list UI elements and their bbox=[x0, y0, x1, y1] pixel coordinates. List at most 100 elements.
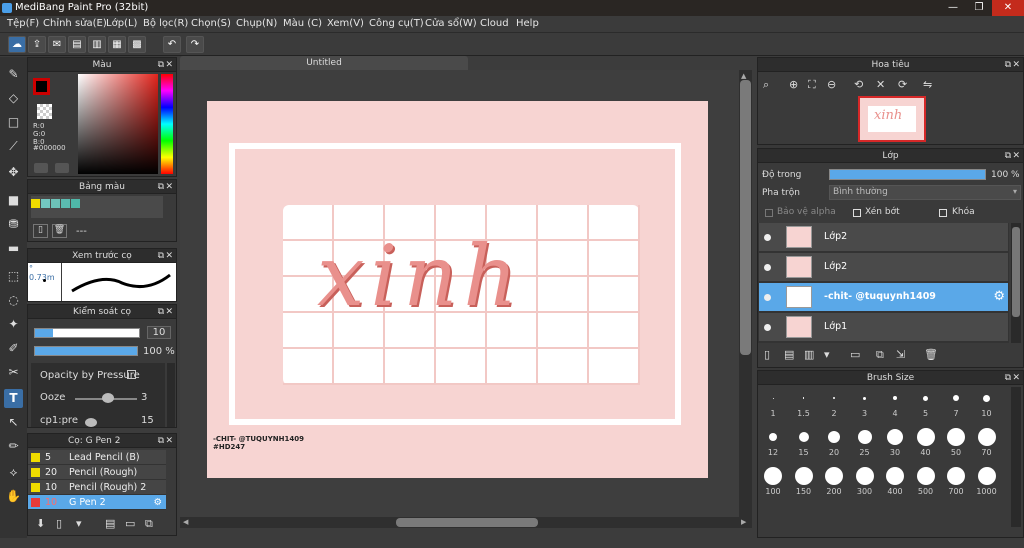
zoom-out-icon[interactable]: ⊖ bbox=[827, 78, 836, 91]
pen-tool-icon[interactable]: ⟋ bbox=[4, 137, 23, 156]
text-tool-icon[interactable]: T bbox=[4, 389, 23, 408]
rotate-right-icon[interactable]: ⟳ bbox=[898, 78, 907, 91]
scroll-right-icon[interactable]: ▶ bbox=[741, 518, 746, 526]
menu-file[interactable]: Tệp(F) bbox=[7, 18, 39, 29]
brush-item[interactable]: 20 Pencil (Rough) bbox=[28, 465, 166, 480]
undo-icon[interactable]: ↶ bbox=[163, 36, 181, 53]
brush-size-option[interactable]: 300 bbox=[852, 465, 878, 501]
menu-help[interactable]: Help bbox=[516, 18, 539, 29]
palette-swatch[interactable] bbox=[71, 199, 80, 208]
reset-icon[interactable]: ✕ bbox=[876, 78, 885, 91]
cloud-icon[interactable]: ☁ bbox=[8, 36, 26, 53]
brush-size-option[interactable]: 40 bbox=[913, 426, 939, 462]
brush-size-option[interactable]: 2 bbox=[821, 387, 847, 423]
eraser-tool-icon[interactable]: ◇ bbox=[4, 89, 23, 108]
duplicate-layer-icon[interactable]: ⧉ bbox=[876, 348, 884, 362]
brush-size-option[interactable]: 30 bbox=[882, 426, 908, 462]
brush-size-scrollbar[interactable] bbox=[1011, 387, 1021, 527]
brush-size-option[interactable]: 70 bbox=[974, 426, 1000, 462]
merge-layer-icon[interactable]: ⇲ bbox=[896, 348, 905, 361]
gear-icon[interactable]: ⚙ bbox=[993, 289, 1005, 304]
grid-icon[interactable]: ▩ bbox=[128, 36, 146, 53]
vertical-scroll-thumb[interactable] bbox=[740, 80, 751, 355]
maximize-button[interactable]: ❐ bbox=[966, 0, 992, 16]
brush-size-option[interactable]: 700 bbox=[943, 465, 969, 501]
brush-size-option[interactable]: 200 bbox=[821, 465, 847, 501]
popout-icon[interactable]: ⧉ bbox=[158, 58, 164, 72]
palette-swatch[interactable] bbox=[61, 199, 70, 208]
close-panel-icon[interactable]: ✕ bbox=[165, 305, 173, 319]
cloud-brush-icon[interactable]: ⬇ bbox=[36, 517, 45, 530]
brush-size-option[interactable]: 15 bbox=[791, 426, 817, 462]
redo-icon[interactable]: ↷ bbox=[186, 36, 204, 53]
minimize-button[interactable]: — bbox=[940, 0, 966, 16]
fill-rect-icon[interactable]: ■ bbox=[4, 191, 23, 210]
brush-size-option[interactable]: 10 bbox=[974, 387, 1000, 423]
page-icon[interactable]: ▥ bbox=[88, 36, 106, 53]
close-button[interactable]: ✕ bbox=[992, 0, 1024, 16]
eye-icon[interactable] bbox=[764, 264, 771, 271]
rotate-left-icon[interactable]: ⟲ bbox=[854, 78, 863, 91]
vertical-scrollbar[interactable]: ▲ bbox=[739, 70, 752, 517]
popout-icon[interactable]: ⧉ bbox=[158, 434, 164, 448]
comment-icon[interactable]: ✉ bbox=[48, 36, 66, 53]
palette-swatch[interactable] bbox=[51, 199, 60, 208]
zoom-in-icon[interactable]: ⊕ bbox=[789, 78, 798, 91]
brush-size-option[interactable]: 3 bbox=[852, 387, 878, 423]
popout-icon[interactable]: ⧉ bbox=[158, 249, 164, 263]
brush-item[interactable]: 10 Pencil (Rough) 2 bbox=[28, 480, 166, 495]
menu-filter[interactable]: Bộ lọc(R) bbox=[143, 18, 188, 29]
select-pen-icon[interactable]: ✐ bbox=[4, 339, 23, 358]
new-layer-icon[interactable]: ▯ bbox=[764, 348, 770, 361]
hue-slider[interactable] bbox=[161, 74, 173, 174]
menu-tools[interactable]: Công cụ(T) bbox=[369, 18, 424, 29]
brush-size-option[interactable]: 1 bbox=[760, 387, 786, 423]
lock-checkbox[interactable] bbox=[939, 209, 947, 217]
blend-mode-select[interactable]: Bình thường ▾ bbox=[829, 185, 1021, 200]
layer-folder-icon[interactable]: ▭ bbox=[850, 348, 860, 361]
clip-checkbox[interactable] bbox=[853, 209, 861, 217]
eye-icon[interactable] bbox=[764, 294, 771, 301]
popout-icon[interactable]: ⧉ bbox=[158, 180, 164, 194]
doc-icon[interactable]: ▤ bbox=[68, 36, 86, 53]
menu-view[interactable]: Xem(V) bbox=[327, 18, 364, 29]
opacity-pressure-checkbox[interactable] bbox=[127, 370, 136, 379]
size-value[interactable]: 10 bbox=[147, 326, 171, 339]
edit-brush-icon[interactable]: ▤ bbox=[105, 517, 115, 530]
close-panel-icon[interactable]: ✕ bbox=[165, 180, 173, 194]
color-btn-1[interactable] bbox=[34, 163, 48, 173]
palette-swatch[interactable] bbox=[31, 199, 40, 208]
brush-size-option[interactable]: 20 bbox=[821, 426, 847, 462]
brush-size-option[interactable]: 12 bbox=[760, 426, 786, 462]
menu-edit[interactable]: Chỉnh sửa(E) bbox=[43, 18, 107, 29]
folder-icon[interactable]: ▭ bbox=[125, 517, 135, 530]
divide-tool-icon[interactable]: ✏ bbox=[4, 437, 23, 456]
new-palette-icon[interactable]: ▯ bbox=[33, 224, 48, 238]
fit-window-icon[interactable]: ⛶ bbox=[808, 78, 816, 92]
select-rect-icon[interactable]: ⬚ bbox=[4, 267, 23, 286]
ooze-handle[interactable] bbox=[102, 393, 114, 403]
menu-window[interactable]: Cửa sổ(W) bbox=[425, 18, 477, 29]
background-color[interactable] bbox=[37, 104, 52, 119]
scroll-left-icon[interactable]: ◀ bbox=[183, 518, 188, 526]
close-panel-icon[interactable]: ✕ bbox=[165, 58, 173, 72]
close-panel-icon[interactable]: ✕ bbox=[1012, 371, 1020, 385]
layer-row[interactable]: Lớp1 bbox=[759, 313, 1008, 342]
brush-size-option[interactable]: 500 bbox=[913, 465, 939, 501]
close-panel-icon[interactable]: ✕ bbox=[165, 434, 173, 448]
layer-opacity-slider[interactable] bbox=[829, 169, 986, 180]
menu-layer[interactable]: Lớp(L) bbox=[106, 18, 137, 29]
share-icon[interactable]: ⇪ bbox=[28, 36, 46, 53]
add-layer-menu-icon[interactable]: ▾ bbox=[824, 348, 830, 361]
delete-palette-icon[interactable]: 🗑 bbox=[52, 224, 67, 238]
brush-size-option[interactable]: 1.5 bbox=[791, 387, 817, 423]
new-brush-icon[interactable]: ▯ bbox=[56, 517, 62, 530]
move-tool-icon[interactable]: ✥ bbox=[4, 163, 23, 182]
navigator-thumbnail[interactable]: xinh bbox=[858, 96, 926, 142]
menu-color[interactable]: Màu (C) bbox=[283, 18, 322, 29]
popout-icon[interactable]: ⧉ bbox=[1005, 149, 1011, 163]
horizontal-scrollbar[interactable]: ◀ ▶ bbox=[180, 517, 752, 528]
new-halftone-layer-icon[interactable]: ▤ bbox=[784, 348, 794, 361]
horizontal-scroll-thumb[interactable] bbox=[396, 518, 538, 527]
menu-cloud[interactable]: Cloud bbox=[480, 18, 509, 29]
